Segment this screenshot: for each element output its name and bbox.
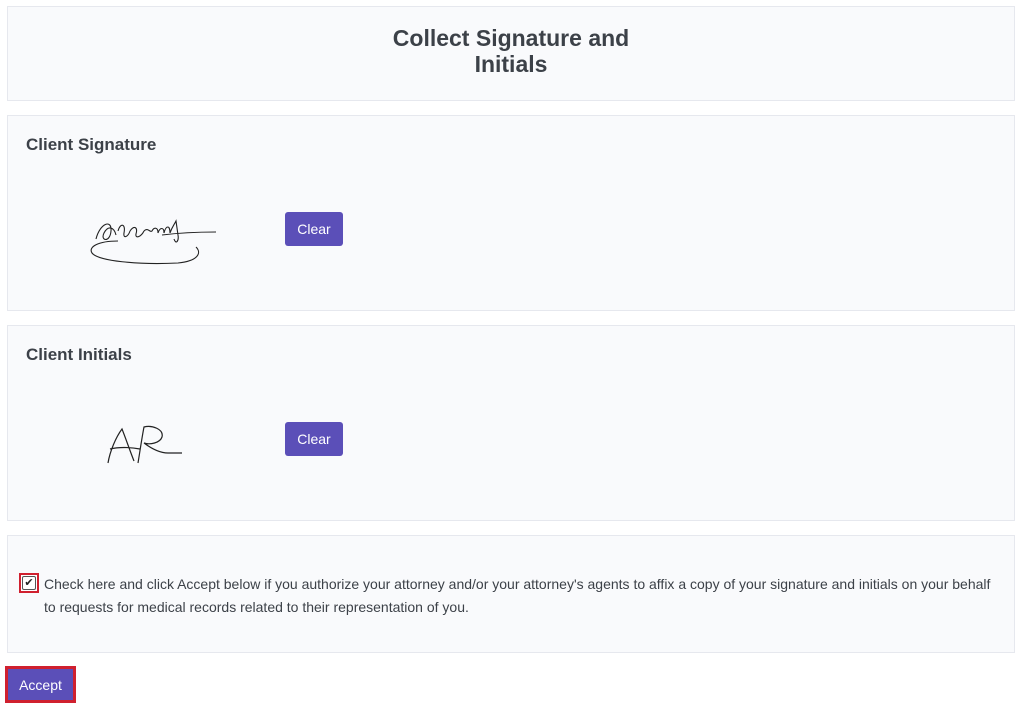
initials-stroke [107, 425, 182, 464]
title-card: Collect Signature and Initials [7, 6, 1015, 101]
page-title: Collect Signature and Initials [392, 25, 630, 77]
authorize-checkbox[interactable]: ✔ [19, 573, 39, 593]
consent-text: Check here and click Accept below if you… [44, 576, 991, 615]
signature-pad[interactable] [78, 201, 228, 281]
initials-card: Client Initials Clear [7, 325, 1015, 521]
consent-card: ✔ Check here and click Accept below if y… [7, 535, 1015, 653]
checkmark-icon: ✔ [22, 576, 36, 590]
initials-heading: Client Initials [26, 345, 132, 364]
initials-pad[interactable] [78, 411, 228, 491]
signature-loop [90, 240, 200, 265]
clear-signature-button[interactable]: Clear [285, 212, 343, 246]
signature-card: Client Signature Clear [7, 115, 1015, 311]
signature-stroke [95, 219, 217, 243]
accept-button[interactable]: Accept [5, 666, 76, 703]
signature-heading: Client Signature [26, 135, 157, 154]
clear-initials-button[interactable]: Clear [285, 422, 343, 456]
